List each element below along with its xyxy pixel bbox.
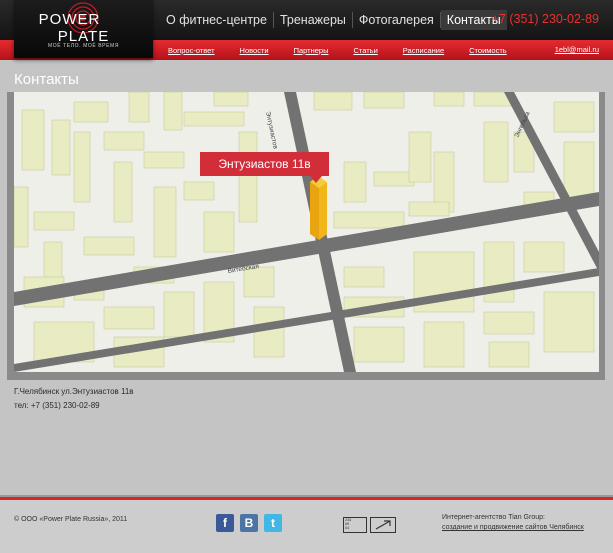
address-text: Г.Челябинск ул.Энтузиастов 11в	[14, 387, 134, 396]
agency-link[interactable]: создание и продвижение сайтов Челябинск	[442, 523, 584, 533]
footer-red-line	[0, 497, 613, 500]
logo-text-power: POWER	[38, 11, 101, 28]
email-link[interactable]: 1ebl@mail.ru	[555, 45, 599, 54]
address-phone: тел: +7 (351) 230-02-89	[14, 401, 100, 410]
social-links: f B t	[216, 514, 288, 532]
subnav-link-news[interactable]: Новости	[240, 46, 269, 55]
counter-arrow-badge[interactable]	[370, 517, 396, 533]
map-canvas: Витебская Энтузиастов Энгельса	[14, 92, 599, 372]
subnav-link-partners[interactable]: Партнеры	[294, 46, 329, 55]
agency-name: Интернет-агентство Tian Group:	[442, 514, 545, 521]
counter-line: 84	[345, 527, 350, 531]
logo-tagline: МОЁ ТЕЛО. МОЁ ВРЕМЯ	[47, 43, 120, 49]
top-header: POWERPLATE МОЁ ТЕЛО. МОЁ ВРЕМЯ О фитнес-…	[0, 0, 613, 58]
footer: © ООО «Power Plate Russia», 2011 f B t 2…	[0, 495, 613, 553]
subnav-link-prices[interactable]: Стоимость	[469, 46, 507, 55]
agency-credit: Интернет-агентство Tian Group: создание …	[442, 513, 584, 533]
arrow-icon	[375, 520, 391, 530]
twitter-icon[interactable]: t	[264, 514, 282, 532]
address-block: Г.Челябинск ул.Энтузиастов 11в тел: +7 (…	[14, 385, 134, 413]
nav-item-gallery[interactable]: Фотогалерея	[353, 10, 440, 30]
subnav-link-schedule[interactable]: Расписание	[403, 46, 444, 55]
sub-nav: Вопрос-ответ Новости Партнеры Статьи Рас…	[168, 40, 532, 60]
nav-item-about[interactable]: О фитнес-центре	[160, 10, 273, 30]
visitor-counter[interactable]: 239 80 84	[343, 517, 367, 533]
facebook-icon[interactable]: f	[216, 514, 234, 532]
page-title: Контакты	[14, 71, 79, 88]
logo[interactable]: POWERPLATE МОЁ ТЕЛО. МОЁ ВРЕМЯ	[14, 0, 153, 58]
subnav-link-faq[interactable]: Вопрос-ответ	[168, 46, 215, 55]
subnav-link-articles[interactable]: Статьи	[353, 46, 377, 55]
map[interactable]: Витебская Энтузиастов Энгельса	[14, 92, 599, 372]
main-nav: О фитнес-центре Тренажеры Фотогалерея Ко…	[160, 0, 507, 40]
vk-icon[interactable]: B	[240, 514, 258, 532]
nav-item-equipment[interactable]: Тренажеры	[274, 10, 352, 30]
copyright: © ООО «Power Plate Russia», 2011	[14, 516, 128, 523]
header-phone: +7 (351) 230-02-89	[491, 12, 599, 26]
map-marker-icon	[310, 176, 327, 240]
map-address-label: Энтузиастов 11в	[200, 152, 329, 183]
